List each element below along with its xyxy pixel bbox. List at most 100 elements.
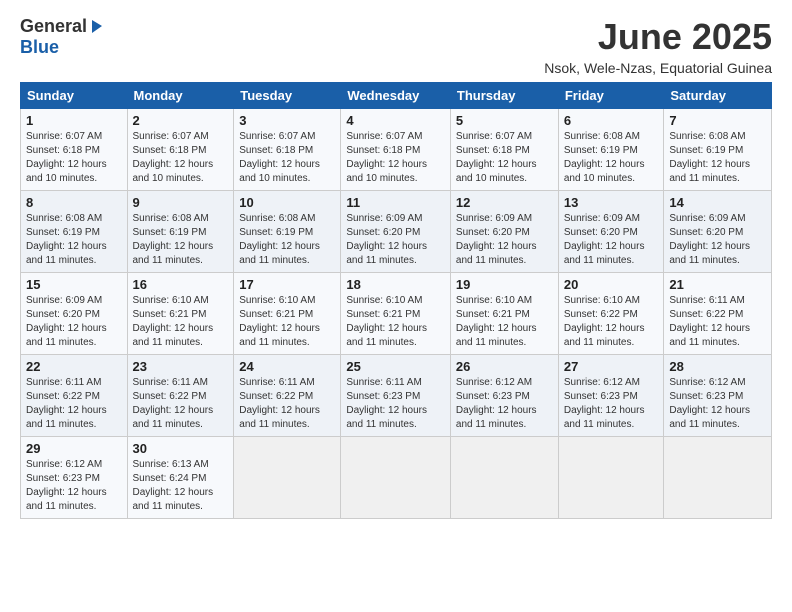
day-number: 8 [26,195,122,210]
calendar-cell: 30Sunrise: 6:13 AMSunset: 6:24 PMDayligh… [127,437,234,519]
calendar-cell [450,437,558,519]
calendar-cell: 2 Sunrise: 6:07 AMSunset: 6:18 PMDaylight… [127,109,234,191]
calendar-cell: 7Sunrise: 6:08 AMSunset: 6:19 PMDaylight… [664,109,772,191]
title-block: June 2025 Nsok, Wele-Nzas, Equatorial Gu… [544,16,772,76]
day-info: Sunrise: 6:10 AMSunset: 6:21 PMDaylight:… [239,295,320,348]
day-info: Sunrise: 6:09 AMSunset: 6:20 PMDaylight:… [456,213,537,266]
day-number: 17 [239,277,335,292]
calendar-cell: 20 Sunrise: 6:10 AMSunset: 6:22 PMDayligh… [558,273,664,355]
calendar-cell: 25Sunrise: 6:11 AMSunset: 6:23 PMDayligh… [341,355,451,437]
calendar-table: Sunday Monday Tuesday Wednesday Thursday… [20,82,772,519]
calendar-cell: 6 Sunrise: 6:08 AMSunset: 6:19 PMDaylight… [558,109,664,191]
day-number: 5 [456,113,553,128]
day-number: 28 [669,359,766,374]
day-number: 14 [669,195,766,210]
header-monday: Monday [127,83,234,109]
day-number: 10 [239,195,335,210]
calendar-cell: 5 Sunrise: 6:07 AMSunset: 6:18 PMDaylight… [450,109,558,191]
calendar-cell [234,437,341,519]
day-info: Sunrise: 6:12 AMSunset: 6:23 PMDaylight:… [669,377,750,430]
day-info: Sunrise: 6:08 AMSunset: 6:19 PMDaylight:… [133,213,214,266]
calendar-subtitle: Nsok, Wele-Nzas, Equatorial Guinea [544,60,772,76]
day-info: Sunrise: 6:13 AMSunset: 6:24 PMDaylight:… [133,459,214,512]
logo-general: General [20,16,87,37]
day-info: Sunrise: 6:07 AMSunset: 6:18 PMDaylight:… [456,131,537,184]
calendar-cell: 11Sunrise: 6:09 AMSunset: 6:20 PMDayligh… [341,191,451,273]
header-tuesday: Tuesday [234,83,341,109]
day-info: Sunrise: 6:08 AMSunset: 6:19 PMDaylight:… [564,131,645,184]
calendar-cell: 18 Sunrise: 6:10 AMSunset: 6:21 PMDayligh… [341,273,451,355]
day-number: 22 [26,359,122,374]
logo-arrow-icon [88,19,104,35]
calendar-cell: 1 Sunrise: 6:07 AMSunset: 6:18 PMDaylight… [21,109,128,191]
weekday-header-row: Sunday Monday Tuesday Wednesday Thursday… [21,83,772,109]
day-info: Sunrise: 6:12 AMSunset: 6:23 PMDaylight:… [26,459,107,512]
calendar-cell: 9 Sunrise: 6:08 AMSunset: 6:19 PMDaylight… [127,191,234,273]
day-info: Sunrise: 6:11 AMSunset: 6:22 PMDaylight:… [26,377,107,430]
day-number: 4 [346,113,445,128]
day-number: 18 [346,277,445,292]
day-number: 7 [669,113,766,128]
calendar-row: 29 Sunrise: 6:12 AMSunset: 6:23 PMDayligh… [21,437,772,519]
day-info: Sunrise: 6:08 AMSunset: 6:19 PMDaylight:… [26,213,107,266]
day-info: Sunrise: 6:11 AMSunset: 6:22 PMDaylight:… [669,295,750,348]
day-number: 1 [26,113,122,128]
day-info: Sunrise: 6:09 AMSunset: 6:20 PMDaylight:… [564,213,645,266]
day-number: 23 [133,359,229,374]
calendar-cell: 24 Sunrise: 6:11 AMSunset: 6:22 PMDayligh… [234,355,341,437]
day-info: Sunrise: 6:10 AMSunset: 6:22 PMDaylight:… [564,295,645,348]
calendar-cell: 3Sunrise: 6:07 AMSunset: 6:18 PMDaylight… [234,109,341,191]
calendar-cell: 27 Sunrise: 6:12 AMSunset: 6:23 PMDayligh… [558,355,664,437]
calendar-cell: 16Sunrise: 6:10 AMSunset: 6:21 PMDayligh… [127,273,234,355]
day-info: Sunrise: 6:12 AMSunset: 6:23 PMDaylight:… [456,377,537,430]
day-info: Sunrise: 6:08 AMSunset: 6:19 PMDaylight:… [239,213,320,266]
day-number: 19 [456,277,553,292]
day-number: 9 [133,195,229,210]
day-info: Sunrise: 6:09 AMSunset: 6:20 PMDaylight:… [346,213,427,266]
header-saturday: Saturday [664,83,772,109]
calendar-row: 1 Sunrise: 6:07 AMSunset: 6:18 PMDaylight… [21,109,772,191]
calendar-cell: 4 Sunrise: 6:07 AMSunset: 6:18 PMDaylight… [341,109,451,191]
day-number: 13 [564,195,659,210]
calendar-cell: 14 Sunrise: 6:09 AMSunset: 6:20 PMDayligh… [664,191,772,273]
header-thursday: Thursday [450,83,558,109]
calendar-page: General Blue June 2025 Nsok, Wele-Nzas, … [0,0,792,612]
calendar-cell: 22 Sunrise: 6:11 AMSunset: 6:22 PMDayligh… [21,355,128,437]
day-info: Sunrise: 6:09 AMSunset: 6:20 PMDaylight:… [669,213,750,266]
day-info: Sunrise: 6:07 AMSunset: 6:18 PMDaylight:… [239,131,320,184]
calendar-header: Sunday Monday Tuesday Wednesday Thursday… [21,83,772,109]
calendar-cell: 23Sunrise: 6:11 AMSunset: 6:22 PMDayligh… [127,355,234,437]
day-number: 24 [239,359,335,374]
calendar-cell: 21Sunrise: 6:11 AMSunset: 6:22 PMDayligh… [664,273,772,355]
logo: General Blue [20,16,104,58]
day-info: Sunrise: 6:07 AMSunset: 6:18 PMDaylight:… [133,131,214,184]
calendar-row: 15Sunrise: 6:09 AMSunset: 6:20 PMDayligh… [21,273,772,355]
header: General Blue June 2025 Nsok, Wele-Nzas, … [20,16,772,76]
day-info: Sunrise: 6:09 AMSunset: 6:20 PMDaylight:… [26,295,107,348]
day-number: 2 [133,113,229,128]
calendar-cell [664,437,772,519]
calendar-row: 8 Sunrise: 6:08 AMSunset: 6:19 PMDaylight… [21,191,772,273]
calendar-row: 22 Sunrise: 6:11 AMSunset: 6:22 PMDayligh… [21,355,772,437]
calendar-cell: 15Sunrise: 6:09 AMSunset: 6:20 PMDayligh… [21,273,128,355]
day-info: Sunrise: 6:12 AMSunset: 6:23 PMDaylight:… [564,377,645,430]
header-friday: Friday [558,83,664,109]
day-number: 27 [564,359,659,374]
calendar-cell: 13 Sunrise: 6:09 AMSunset: 6:20 PMDayligh… [558,191,664,273]
header-sunday: Sunday [21,83,128,109]
day-number: 29 [26,441,122,456]
calendar-cell: 29 Sunrise: 6:12 AMSunset: 6:23 PMDayligh… [21,437,128,519]
day-info: Sunrise: 6:07 AMSunset: 6:18 PMDaylight:… [26,131,107,184]
day-info: Sunrise: 6:10 AMSunset: 6:21 PMDaylight:… [346,295,427,348]
calendar-body: 1 Sunrise: 6:07 AMSunset: 6:18 PMDaylight… [21,109,772,519]
day-info: Sunrise: 6:10 AMSunset: 6:21 PMDaylight:… [456,295,537,348]
day-info: Sunrise: 6:11 AMSunset: 6:23 PMDaylight:… [346,377,427,430]
day-info: Sunrise: 6:11 AMSunset: 6:22 PMDaylight:… [239,377,320,430]
day-info: Sunrise: 6:07 AMSunset: 6:18 PMDaylight:… [346,131,427,184]
day-number: 20 [564,277,659,292]
day-number: 6 [564,113,659,128]
calendar-cell: 17 Sunrise: 6:10 AMSunset: 6:21 PMDayligh… [234,273,341,355]
day-number: 16 [133,277,229,292]
calendar-cell: 19 Sunrise: 6:10 AMSunset: 6:21 PMDayligh… [450,273,558,355]
calendar-cell: 28 Sunrise: 6:12 AMSunset: 6:23 PMDayligh… [664,355,772,437]
